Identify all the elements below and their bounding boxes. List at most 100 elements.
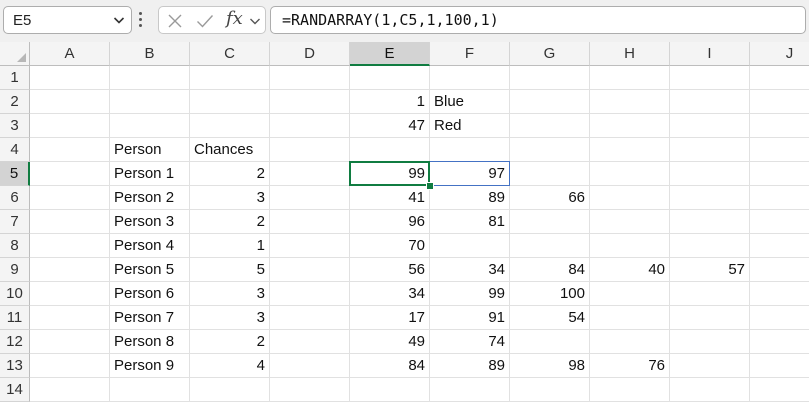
column-header-i[interactable]: I: [670, 42, 750, 66]
cancel-icon[interactable]: [167, 13, 183, 29]
cell-i12[interactable]: [670, 330, 750, 354]
cell-e3[interactable]: 47: [350, 114, 430, 138]
cell-a11[interactable]: [30, 306, 110, 330]
cell-g3[interactable]: [510, 114, 590, 138]
cell-h1[interactable]: [590, 66, 670, 90]
cell-g5[interactable]: [510, 162, 590, 186]
cell-f5[interactable]: 97: [430, 162, 510, 186]
cell-a8[interactable]: [30, 234, 110, 258]
cell-j11[interactable]: [750, 306, 809, 330]
cell-j2[interactable]: [750, 90, 809, 114]
cell-b13[interactable]: Person 9: [110, 354, 190, 378]
enter-checkmark-icon[interactable]: [196, 13, 214, 29]
cell-d5[interactable]: [270, 162, 350, 186]
cell-j9[interactable]: [750, 258, 809, 282]
cell-c3[interactable]: [190, 114, 270, 138]
column-header-a[interactable]: A: [30, 42, 110, 66]
cell-j14[interactable]: [750, 378, 809, 402]
row-header-12[interactable]: 12: [0, 330, 30, 354]
cell-f6[interactable]: 89: [430, 186, 510, 210]
cell-g13[interactable]: 98: [510, 354, 590, 378]
cell-b14[interactable]: [110, 378, 190, 402]
cell-a12[interactable]: [30, 330, 110, 354]
cell-g12[interactable]: [510, 330, 590, 354]
row-header-6[interactable]: 6: [0, 186, 30, 210]
cell-h14[interactable]: [590, 378, 670, 402]
cell-b2[interactable]: [110, 90, 190, 114]
cell-f8[interactable]: [430, 234, 510, 258]
cell-h9[interactable]: 40: [590, 258, 670, 282]
cell-e6[interactable]: 41: [350, 186, 430, 210]
row-header-2[interactable]: 2: [0, 90, 30, 114]
cell-c4[interactable]: Chances: [190, 138, 270, 162]
cell-c10[interactable]: 3: [190, 282, 270, 306]
column-header-e[interactable]: E: [350, 42, 430, 66]
cell-c2[interactable]: [190, 90, 270, 114]
cell-h4[interactable]: [590, 138, 670, 162]
cell-e10[interactable]: 34: [350, 282, 430, 306]
cell-a6[interactable]: [30, 186, 110, 210]
column-header-j[interactable]: J: [750, 42, 809, 66]
cell-a10[interactable]: [30, 282, 110, 306]
cell-d9[interactable]: [270, 258, 350, 282]
cell-d13[interactable]: [270, 354, 350, 378]
cell-d12[interactable]: [270, 330, 350, 354]
cell-i14[interactable]: [670, 378, 750, 402]
cell-b6[interactable]: Person 2: [110, 186, 190, 210]
cell-e14[interactable]: [350, 378, 430, 402]
cell-g11[interactable]: 54: [510, 306, 590, 330]
row-header-5[interactable]: 5: [0, 162, 30, 186]
cell-a2[interactable]: [30, 90, 110, 114]
column-header-f[interactable]: F: [430, 42, 510, 66]
cell-c8[interactable]: 1: [190, 234, 270, 258]
cell-c11[interactable]: 3: [190, 306, 270, 330]
chevron-down-icon[interactable]: [249, 15, 261, 27]
cell-d14[interactable]: [270, 378, 350, 402]
cell-j1[interactable]: [750, 66, 809, 90]
cell-i11[interactable]: [670, 306, 750, 330]
cell-h13[interactable]: 76: [590, 354, 670, 378]
cell-a13[interactable]: [30, 354, 110, 378]
cell-i1[interactable]: [670, 66, 750, 90]
column-header-h[interactable]: H: [590, 42, 670, 66]
cell-j4[interactable]: [750, 138, 809, 162]
cell-f14[interactable]: [430, 378, 510, 402]
row-header-4[interactable]: 4: [0, 138, 30, 162]
cell-f9[interactable]: 34: [430, 258, 510, 282]
insert-function-icon[interactable]: fx: [226, 8, 243, 29]
cell-i3[interactable]: [670, 114, 750, 138]
cell-j10[interactable]: [750, 282, 809, 306]
cell-d3[interactable]: [270, 114, 350, 138]
cell-d7[interactable]: [270, 210, 350, 234]
cell-f13[interactable]: 89: [430, 354, 510, 378]
cell-b10[interactable]: Person 6: [110, 282, 190, 306]
row-header-10[interactable]: 10: [0, 282, 30, 306]
cell-c7[interactable]: 2: [190, 210, 270, 234]
cell-j8[interactable]: [750, 234, 809, 258]
cell-i5[interactable]: [670, 162, 750, 186]
row-header-1[interactable]: 1: [0, 66, 30, 90]
cell-b3[interactable]: [110, 114, 190, 138]
cell-j7[interactable]: [750, 210, 809, 234]
cell-c13[interactable]: 4: [190, 354, 270, 378]
cell-f7[interactable]: 81: [430, 210, 510, 234]
cell-b1[interactable]: [110, 66, 190, 90]
cell-a3[interactable]: [30, 114, 110, 138]
cell-j6[interactable]: [750, 186, 809, 210]
cell-g14[interactable]: [510, 378, 590, 402]
worksheet-grid[interactable]: A B C D E F G H I J 1 2 1 Blue 3 47 Red 4 Person Chances 5 Pe…: [0, 42, 809, 414]
cell-b9[interactable]: Person 5: [110, 258, 190, 282]
row-header-8[interactable]: 8: [0, 234, 30, 258]
row-header-7[interactable]: 7: [0, 210, 30, 234]
row-header-3[interactable]: 3: [0, 114, 30, 138]
cell-g4[interactable]: [510, 138, 590, 162]
row-header-14[interactable]: 14: [0, 378, 30, 402]
cell-f10[interactable]: 99: [430, 282, 510, 306]
cell-j13[interactable]: [750, 354, 809, 378]
cell-h11[interactable]: [590, 306, 670, 330]
cell-e4[interactable]: [350, 138, 430, 162]
cell-f1[interactable]: [430, 66, 510, 90]
row-header-9[interactable]: 9: [0, 258, 30, 282]
cell-h2[interactable]: [590, 90, 670, 114]
cell-i6[interactable]: [670, 186, 750, 210]
